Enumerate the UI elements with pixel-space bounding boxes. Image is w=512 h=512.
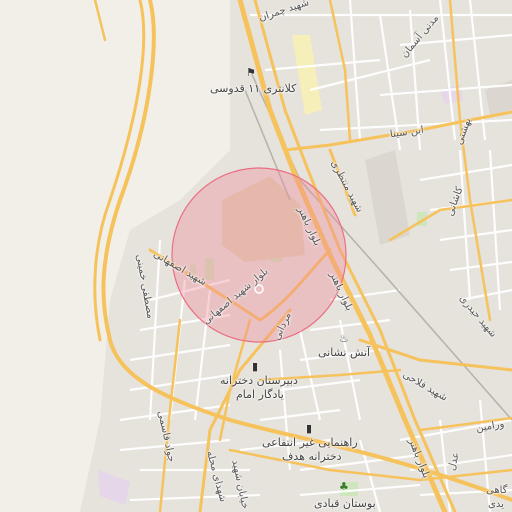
poi-label-school-2: راهنمایی غیر انتفاعی: [262, 436, 358, 449]
map-tiles: [0, 0, 512, 512]
poi-label-school-2b: دخترانه هدف: [282, 450, 342, 463]
accuracy-circle: [171, 167, 347, 343]
poi-label-fire-station: آتش نشانی: [318, 346, 371, 359]
police-icon[interactable]: ⚑: [246, 66, 256, 79]
poi-label-school-1b: یادگار امام: [236, 388, 284, 401]
fire-station-icon[interactable]: ♨: [339, 332, 349, 345]
map-canvas[interactable]: ⚑ ♨ ▮ ▮ ♣ کلانتری ۱۱ قدوسی آتش نشانی دبی…: [0, 0, 512, 512]
road-label-gahi: گاهی: [486, 485, 508, 496]
poi-label-police: کلانتری ۱۱ قدوسی: [210, 82, 297, 95]
school-icon[interactable]: ▮: [306, 422, 312, 435]
poi-label-park: بوستان قبادی: [314, 497, 376, 510]
park-icon[interactable]: ♣: [339, 480, 349, 493]
poi-label-school-1: دبیرستان دخترانه: [220, 374, 298, 387]
school-icon[interactable]: ▮: [252, 360, 258, 373]
road-label-didi: یدی: [488, 499, 504, 510]
